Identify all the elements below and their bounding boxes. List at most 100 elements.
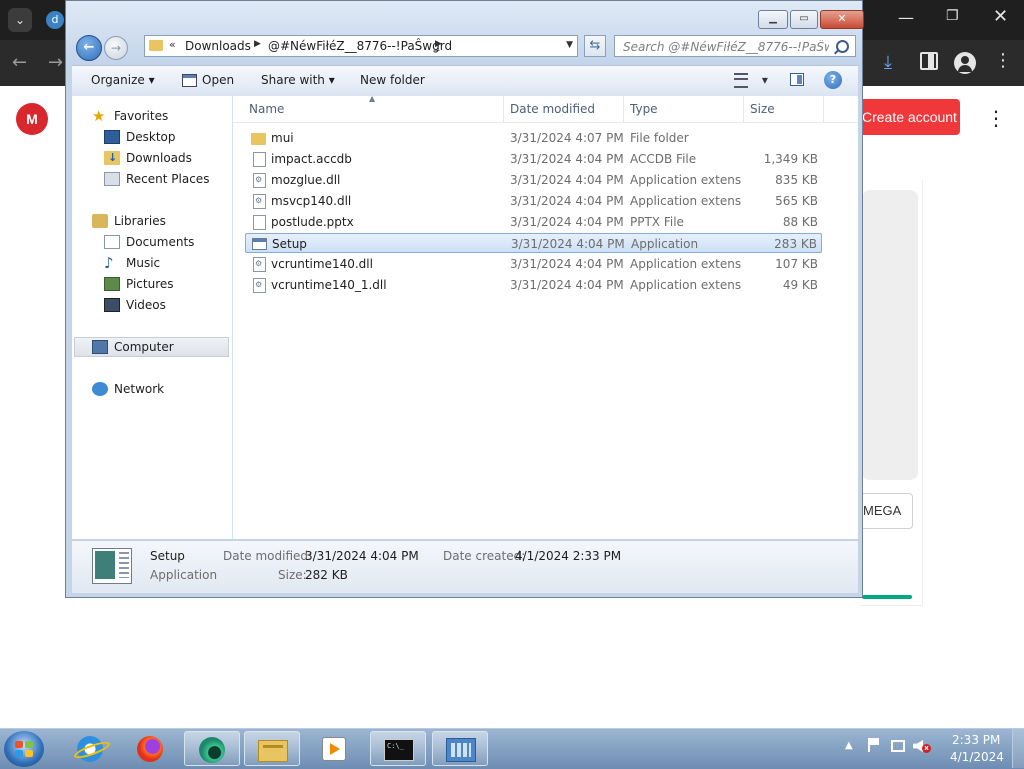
- nav-label: Downloads: [126, 151, 192, 165]
- share-with-button[interactable]: Share with ▾: [261, 73, 335, 87]
- column-divider[interactable]: [743, 96, 744, 122]
- documents-icon: [104, 235, 120, 249]
- media-player-icon: [322, 737, 346, 761]
- internet-explorer-icon: [77, 736, 103, 762]
- dll-icon: [253, 194, 266, 209]
- address-overflow-icon[interactable]: «: [169, 38, 176, 51]
- taskbar-internet-explorer[interactable]: [62, 731, 118, 766]
- views-icon: [734, 73, 748, 88]
- breadcrumb-downloads[interactable]: Downloads: [185, 39, 251, 53]
- side-panel-icon[interactable]: [920, 52, 938, 70]
- mega-button[interactable]: MEGA: [858, 493, 913, 529]
- breadcrumb-current-folder[interactable]: @#NéwFiłéZ__8776--!PaŜwǥrd: [268, 39, 452, 53]
- address-dropdown-icon[interactable]: ▼: [566, 40, 573, 50]
- file-row[interactable]: impact.accdb 3/31/2024 4:04 PM ACCDB Fil…: [245, 149, 822, 169]
- windows-logo-icon: [25, 741, 33, 748]
- taskbar-media-player[interactable]: [306, 731, 362, 766]
- mega-logo[interactable]: M: [16, 103, 48, 135]
- browser-restore-icon[interactable]: ❐: [946, 8, 959, 24]
- column-date-modified[interactable]: Date modified: [510, 102, 595, 116]
- file-list: Name ▲ Date modified Type Size mui 3/31/…: [233, 94, 858, 539]
- details-date-modified: 3/31/2024 4:04 PM: [305, 549, 419, 563]
- back-button[interactable]: ←: [76, 35, 102, 61]
- tab-search-dropdown-icon[interactable]: ⌄: [8, 8, 32, 32]
- file-row-selected[interactable]: Setup 3/31/2024 4:04 PM Application 283 …: [245, 233, 822, 253]
- column-divider[interactable]: [823, 96, 824, 122]
- file-date: 3/31/2024 4:04 PM: [510, 173, 624, 187]
- file-row[interactable]: vcruntime140_1.dll 3/31/2024 4:04 PM App…: [245, 275, 822, 295]
- open-button[interactable]: Open: [182, 73, 234, 87]
- start-button[interactable]: [4, 731, 44, 767]
- nav-label: Computer: [114, 340, 174, 354]
- column-name[interactable]: Name: [249, 102, 284, 116]
- clock-time[interactable]: 2:33 PM: [952, 733, 1000, 747]
- taskbar-control-panel[interactable]: [432, 731, 488, 766]
- browser-menu-icon[interactable]: ⋮: [994, 50, 1012, 71]
- column-divider[interactable]: [623, 96, 624, 122]
- file-type: Application extens...: [630, 257, 742, 271]
- taskbar-edge[interactable]: [184, 731, 240, 766]
- taskbar-firefox[interactable]: [122, 731, 178, 766]
- browser-forward-icon[interactable]: →: [48, 52, 63, 73]
- tab-favicon-icon[interactable]: d: [46, 11, 64, 29]
- breadcrumb-arrow-icon[interactable]: ▶: [435, 39, 442, 49]
- search-input[interactable]: Search @#NéwFiłéZ__8776--!PaŜwǥrd: [614, 35, 856, 57]
- browser-close-icon[interactable]: ✕: [993, 6, 1008, 27]
- file-row[interactable]: vcruntime140.dll 3/31/2024 4:04 PM Appli…: [245, 254, 822, 274]
- desktop-icon: [104, 130, 120, 144]
- refresh-icon[interactable]: ⇆: [584, 35, 606, 57]
- file-date: 3/31/2024 4:07 PM: [510, 131, 624, 145]
- file-row[interactable]: msvcp140.dll 3/31/2024 4:04 PM Applicati…: [245, 191, 822, 211]
- browser-back-icon[interactable]: ←: [12, 52, 27, 73]
- page-menu-icon[interactable]: ⋮: [986, 106, 1006, 130]
- help-icon[interactable]: ?: [824, 71, 842, 89]
- forward-button[interactable]: →: [104, 36, 128, 60]
- minimize-button[interactable]: ▁: [758, 10, 788, 29]
- file-date: 3/31/2024 4:04 PM: [510, 215, 624, 229]
- show-hidden-icons-icon[interactable]: ▲: [845, 740, 853, 751]
- change-view-button[interactable]: ▾: [734, 73, 768, 88]
- clock-date[interactable]: 4/1/2024: [950, 750, 1004, 764]
- details-pane: Setup Application Date modified: 3/31/20…: [72, 540, 858, 593]
- details-date-created-label: Date created:: [443, 549, 526, 563]
- profile-avatar-icon[interactable]: [954, 52, 976, 74]
- column-type[interactable]: Type: [630, 102, 658, 116]
- action-center-flag-icon[interactable]: [868, 738, 880, 752]
- column-size[interactable]: Size: [750, 102, 775, 116]
- views-dropdown-icon[interactable]: ▾: [762, 73, 768, 87]
- close-button[interactable]: ✕: [820, 10, 864, 29]
- file-row[interactable]: mozglue.dll 3/31/2024 4:04 PM Applicatio…: [245, 170, 822, 190]
- breadcrumb-arrow-icon[interactable]: ▶: [254, 39, 261, 49]
- volume-muted-icon: x: [922, 744, 931, 753]
- file-date: 3/31/2024 4:04 PM: [511, 237, 625, 251]
- column-header-row: Name ▲ Date modified Type Size: [233, 94, 858, 123]
- details-file-name: Setup: [150, 549, 185, 563]
- nav-label: Desktop: [126, 130, 176, 144]
- videos-icon: [104, 298, 120, 312]
- column-divider[interactable]: [503, 96, 504, 122]
- taskbar-command-prompt[interactable]: [370, 731, 426, 766]
- nav-label: Documents: [126, 235, 195, 249]
- show-desktop-button[interactable]: [1012, 729, 1024, 768]
- maximize-button[interactable]: ▭: [790, 10, 818, 29]
- file-date: 3/31/2024 4:04 PM: [510, 152, 624, 166]
- new-folder-button[interactable]: New folder: [360, 73, 425, 87]
- network-status-icon[interactable]: [891, 740, 905, 752]
- file-size: 1,349 KB: [763, 152, 818, 166]
- network-icon: [92, 382, 108, 396]
- browser-minimize-icon[interactable]: —: [898, 8, 914, 27]
- file-row[interactable]: mui 3/31/2024 4:07 PM File folder: [245, 128, 822, 148]
- search-icon[interactable]: [836, 40, 849, 53]
- file-size: 49 KB: [782, 278, 818, 292]
- file-row[interactable]: postlude.pptx 3/31/2024 4:04 PM PPTX Fil…: [245, 212, 822, 232]
- file-name: postlude.pptx: [271, 215, 354, 229]
- address-bar[interactable]: « Downloads ▶ @#NéwFiłéZ__8776--!PaŜwǥrd…: [144, 35, 578, 57]
- downloads-icon[interactable]: ⤓: [884, 52, 892, 73]
- create-account-button[interactable]: Create account: [852, 99, 960, 135]
- file-name: Setup: [272, 237, 307, 251]
- file-date: 3/31/2024 4:04 PM: [510, 257, 624, 271]
- taskbar-file-explorer[interactable]: [244, 731, 300, 766]
- organize-button[interactable]: Organize ▾: [91, 73, 155, 87]
- preview-pane-icon[interactable]: [790, 73, 804, 86]
- folder-icon: [251, 133, 266, 145]
